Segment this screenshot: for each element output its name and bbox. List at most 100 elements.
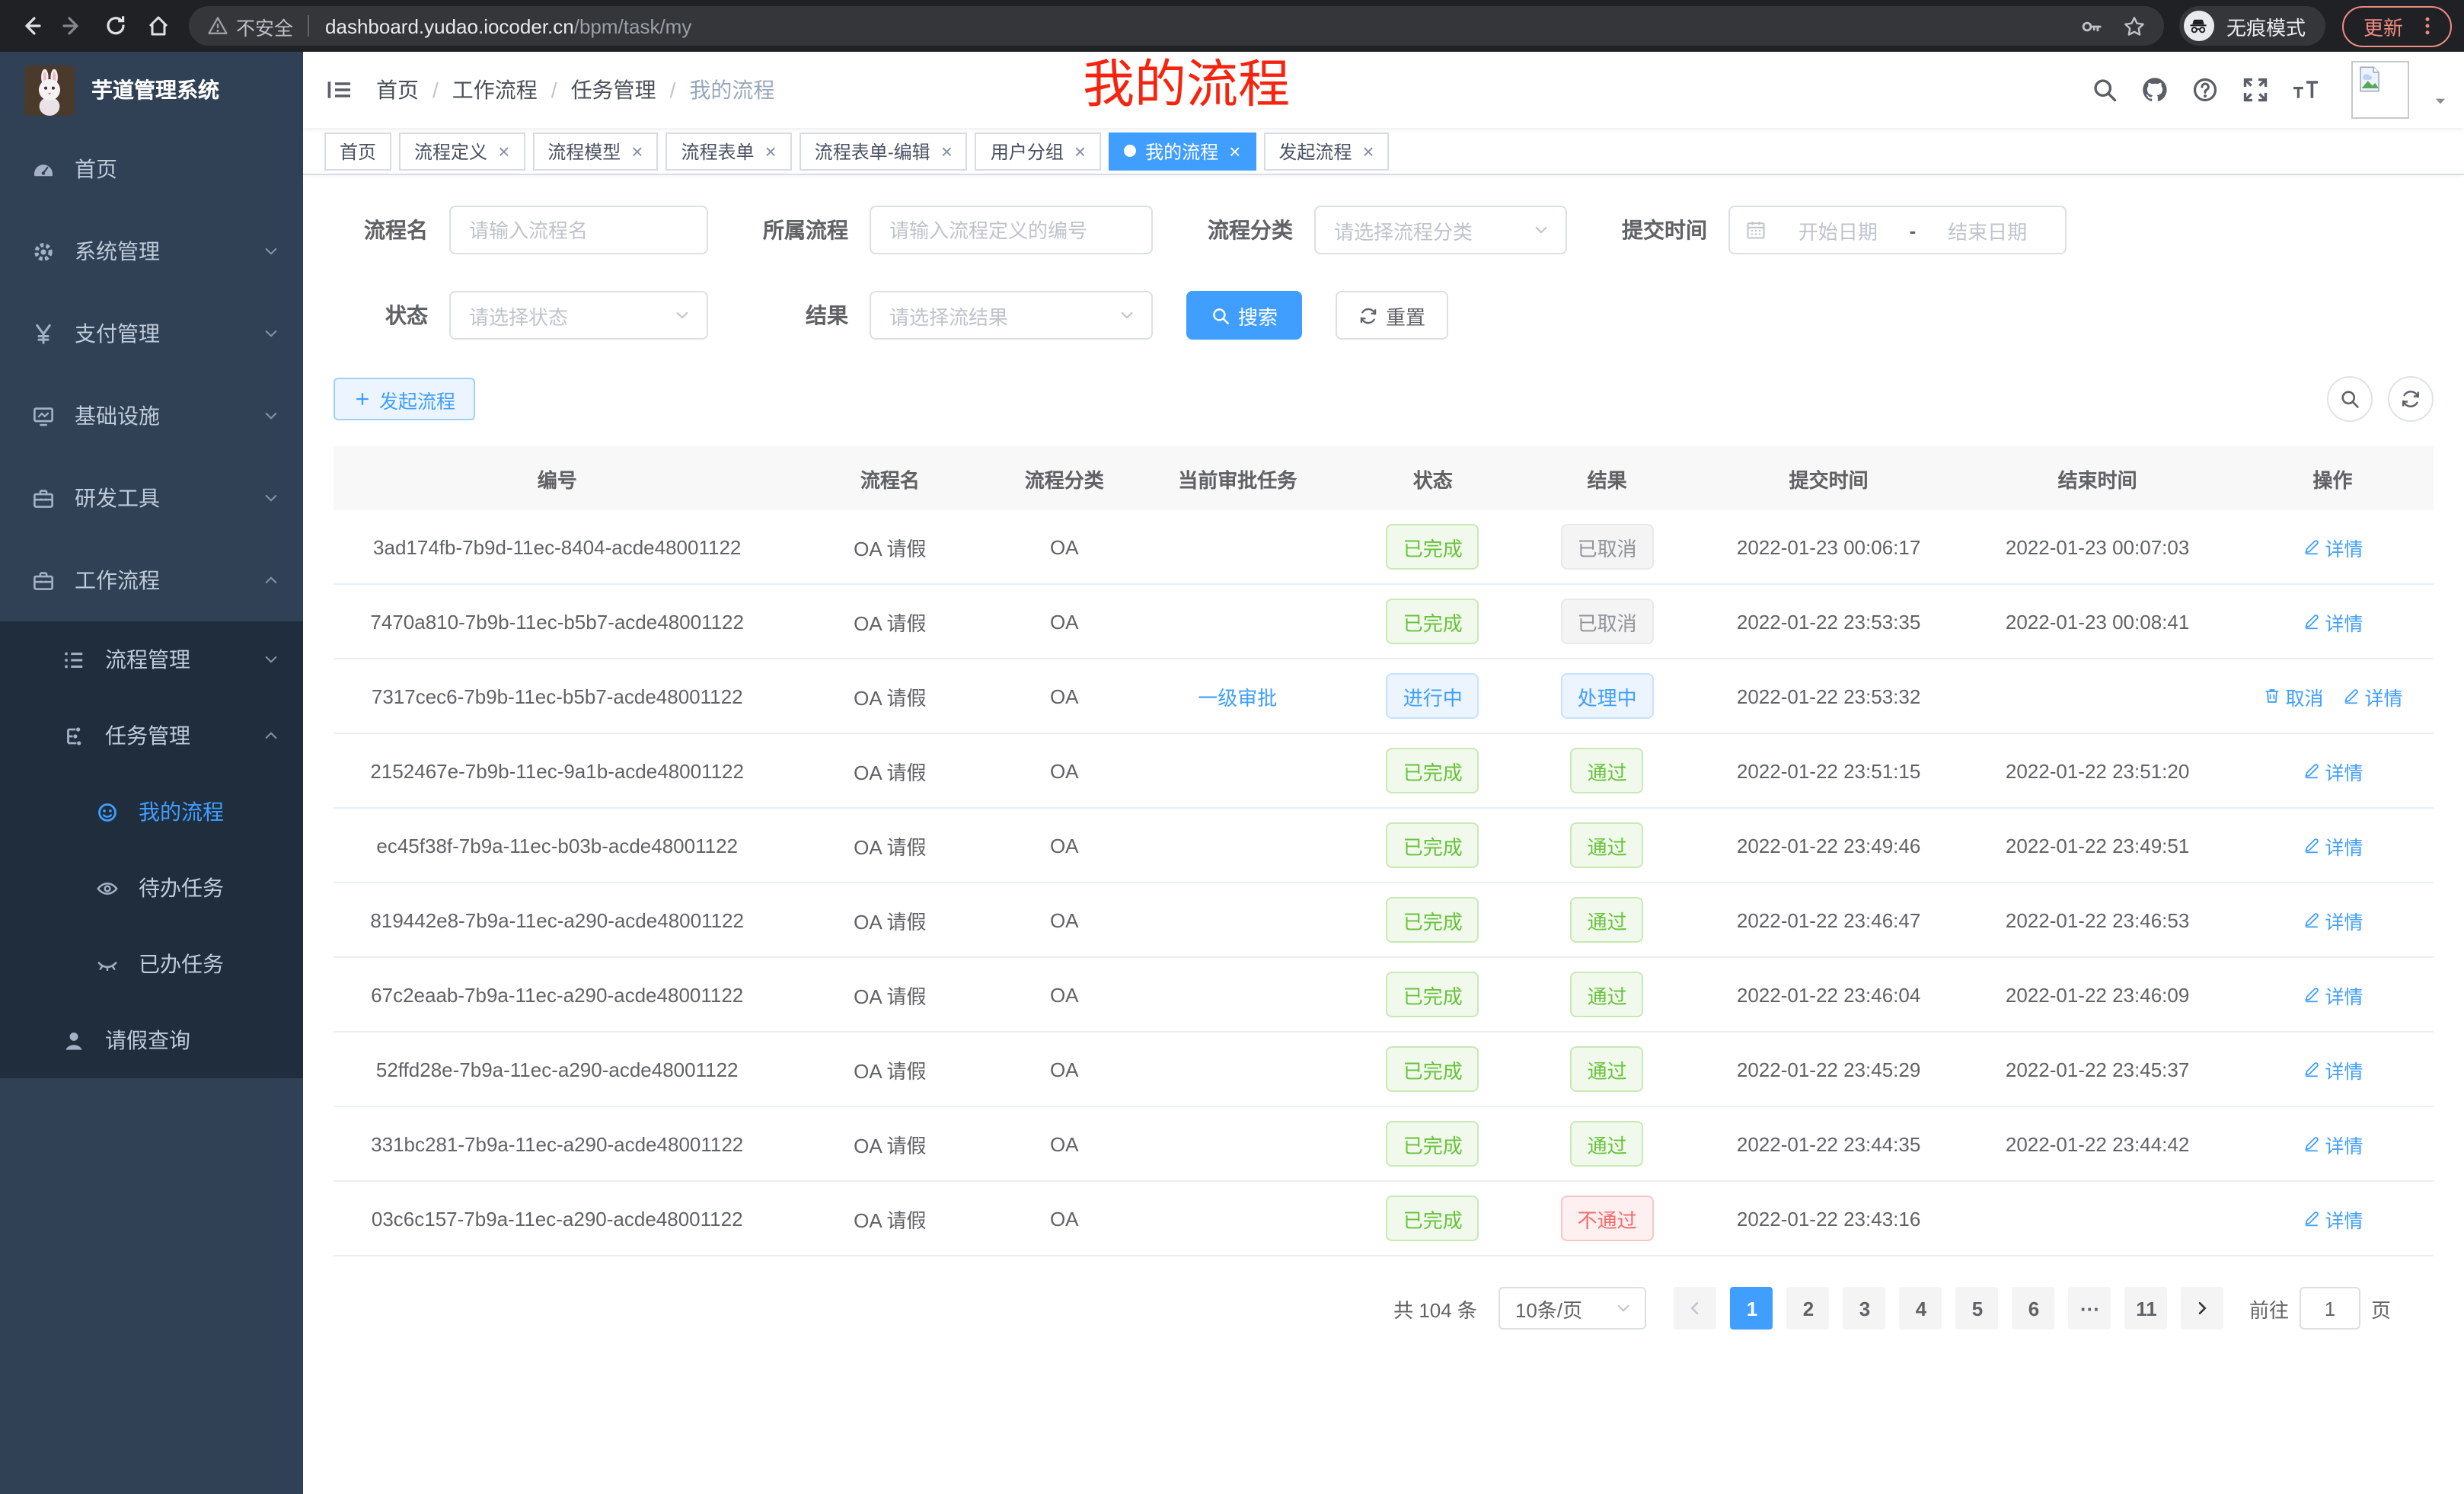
- pager-ellipsis[interactable]: ···: [2069, 1287, 2111, 1330]
- action-label: 详情: [2325, 756, 2363, 785]
- close-icon[interactable]: ×: [1229, 141, 1240, 161]
- detail-action-link[interactable]: 详情: [2302, 607, 2363, 636]
- detail-action-link[interactable]: 详情: [2302, 905, 2363, 934]
- url-host: dashboard.yudao.iocoder.cn: [325, 14, 574, 37]
- detail-action-link[interactable]: 详情: [2302, 532, 2363, 561]
- page-button-11[interactable]: 11: [2125, 1287, 2168, 1330]
- page-size-select[interactable]: 10条/页: [1499, 1287, 1646, 1330]
- edit-icon: [2302, 911, 2320, 929]
- reload-icon[interactable]: [94, 5, 137, 47]
- chevron-down-icon: [262, 650, 280, 669]
- cancel-action-link[interactable]: 取消: [2262, 682, 2323, 710]
- password-key-icon[interactable]: [2080, 14, 2103, 37]
- avatar[interactable]: [2351, 61, 2409, 119]
- breadcrumb-item[interactable]: 任务管理: [571, 75, 656, 105]
- cell-result: 通过: [1520, 1033, 1694, 1106]
- process-definition-input[interactable]: [870, 206, 1153, 254]
- tab-process-form[interactable]: 流程表单×: [665, 132, 791, 170]
- page-button-5[interactable]: 5: [1956, 1287, 1999, 1330]
- font-size-icon[interactable]: [2292, 76, 2319, 104]
- sidebar-item-task-management[interactable]: 任务管理: [0, 698, 303, 774]
- detail-action-link[interactable]: 详情: [2302, 831, 2363, 860]
- submit-time-range-picker[interactable]: 开始日期 - 结束日期: [1728, 206, 2067, 254]
- close-icon[interactable]: ×: [631, 141, 643, 161]
- gear-icon: [32, 240, 55, 263]
- github-icon[interactable]: [2141, 76, 2169, 104]
- prev-page-button[interactable]: [1674, 1287, 1717, 1330]
- tab-process-definition[interactable]: 流程定义×: [399, 132, 525, 170]
- reset-button[interactable]: 重置: [1336, 291, 1448, 340]
- forward-icon[interactable]: [52, 5, 94, 47]
- cell-submit-time: 2022-01-22 23:51:15: [1694, 734, 1963, 807]
- category-select[interactable]: 请选择流程分类: [1314, 206, 1567, 254]
- sidebar-item-label: 任务管理: [105, 720, 253, 751]
- fullscreen-icon[interactable]: [2242, 76, 2269, 104]
- page-button-3[interactable]: 3: [1843, 1287, 1886, 1330]
- search-button[interactable]: 搜索: [1186, 291, 1302, 340]
- cell-end-time: 2022-01-22 23:51:20: [1963, 734, 2232, 807]
- browser-menu-icon[interactable]: [2417, 15, 2438, 37]
- hamburger-icon[interactable]: [326, 76, 353, 104]
- sidebar-item-system-management[interactable]: 系统管理: [0, 210, 303, 292]
- status-badge: 已完成: [1387, 748, 1479, 793]
- tab-home[interactable]: 首页: [324, 132, 391, 170]
- current-task-link[interactable]: 一级审批: [1198, 682, 1277, 710]
- breadcrumb-item[interactable]: 首页: [376, 75, 419, 105]
- sidebar-item-done-task[interactable]: 已办任务: [0, 926, 303, 1002]
- sidebar-item-process-management[interactable]: 流程管理: [0, 621, 303, 698]
- page-button-6[interactable]: 6: [2012, 1287, 2055, 1330]
- table-row: 03c6c157-7b9a-11ec-a290-acde48001122OA 请…: [334, 1182, 2434, 1256]
- close-icon[interactable]: ×: [765, 141, 777, 161]
- result-select[interactable]: 请选择流结果: [870, 291, 1153, 340]
- status-badge: 已完成: [1387, 524, 1479, 570]
- page-button-2[interactable]: 2: [1787, 1287, 1830, 1330]
- detail-action-link[interactable]: 详情: [2302, 756, 2363, 785]
- tab-user-group[interactable]: 用户分组×: [975, 132, 1101, 170]
- sidebar-item-home[interactable]: 首页: [0, 128, 303, 210]
- address-bar[interactable]: 不安全 dashboard.yudao.iocoder.cn/bpm/task/…: [189, 6, 2164, 46]
- goto-page-input[interactable]: [2300, 1287, 2360, 1330]
- tab-start-process[interactable]: 发起流程×: [1263, 132, 1389, 170]
- sidebar-item-dev-tools[interactable]: 研发工具: [0, 457, 303, 539]
- detail-action-link[interactable]: 详情: [2341, 682, 2402, 710]
- detail-action-link[interactable]: 详情: [2302, 1129, 2363, 1158]
- bookmark-star-icon[interactable]: [2123, 14, 2146, 37]
- action-label: 详情: [2325, 905, 2363, 934]
- breadcrumb-item[interactable]: 工作流程: [452, 75, 538, 105]
- avatar-caret-icon[interactable]: [2432, 92, 2449, 109]
- update-button[interactable]: 更新: [2342, 5, 2452, 46]
- tab-process-form-edit[interactable]: 流程表单-编辑×: [800, 132, 968, 170]
- back-icon[interactable]: [9, 5, 52, 47]
- next-page-button[interactable]: [2182, 1287, 2224, 1330]
- sidebar-item-workflow[interactable]: 工作流程: [0, 539, 303, 621]
- start-process-button[interactable]: 发起流程: [334, 378, 475, 420]
- help-icon[interactable]: [2191, 76, 2219, 104]
- detail-action-link[interactable]: 详情: [2302, 1055, 2363, 1084]
- tab-my-process[interactable]: 我的流程×: [1109, 132, 1256, 170]
- close-icon[interactable]: ×: [1074, 141, 1086, 161]
- cell-id: 67c2eaab-7b9a-11ec-a290-acde48001122: [334, 958, 780, 1031]
- app-logo[interactable]: 芋道管理系统: [0, 52, 303, 128]
- sidebar-item-infrastructure[interactable]: 基础设施: [0, 375, 303, 457]
- close-icon[interactable]: ×: [1362, 141, 1374, 161]
- security-warning-icon[interactable]: [207, 15, 228, 37]
- process-name-input[interactable]: [449, 206, 708, 254]
- show-search-button[interactable]: [2327, 376, 2373, 422]
- refresh-table-button[interactable]: [2388, 376, 2434, 422]
- detail-action-link[interactable]: 详情: [2302, 1204, 2363, 1233]
- status-select[interactable]: 请选择状态: [449, 291, 708, 340]
- cell-category: OA: [999, 510, 1129, 583]
- sidebar-item-payment-management[interactable]: 支付管理: [0, 292, 303, 375]
- close-icon[interactable]: ×: [941, 141, 953, 161]
- sidebar-item-todo-task[interactable]: 待办任务: [0, 850, 303, 926]
- page-button-1[interactable]: 1: [1731, 1287, 1773, 1330]
- search-icon[interactable]: [2091, 76, 2118, 104]
- tab-process-model[interactable]: 流程模型×: [532, 132, 658, 170]
- detail-action-link[interactable]: 详情: [2302, 980, 2363, 1009]
- home-icon[interactable]: [137, 5, 180, 47]
- close-icon[interactable]: ×: [498, 141, 509, 161]
- cell-process-name: OA 请假: [780, 585, 999, 658]
- sidebar-item-my-process[interactable]: 我的流程: [0, 774, 303, 850]
- sidebar-item-leave-query[interactable]: 请假查询: [0, 1002, 303, 1078]
- page-button-4[interactable]: 4: [1900, 1287, 1942, 1330]
